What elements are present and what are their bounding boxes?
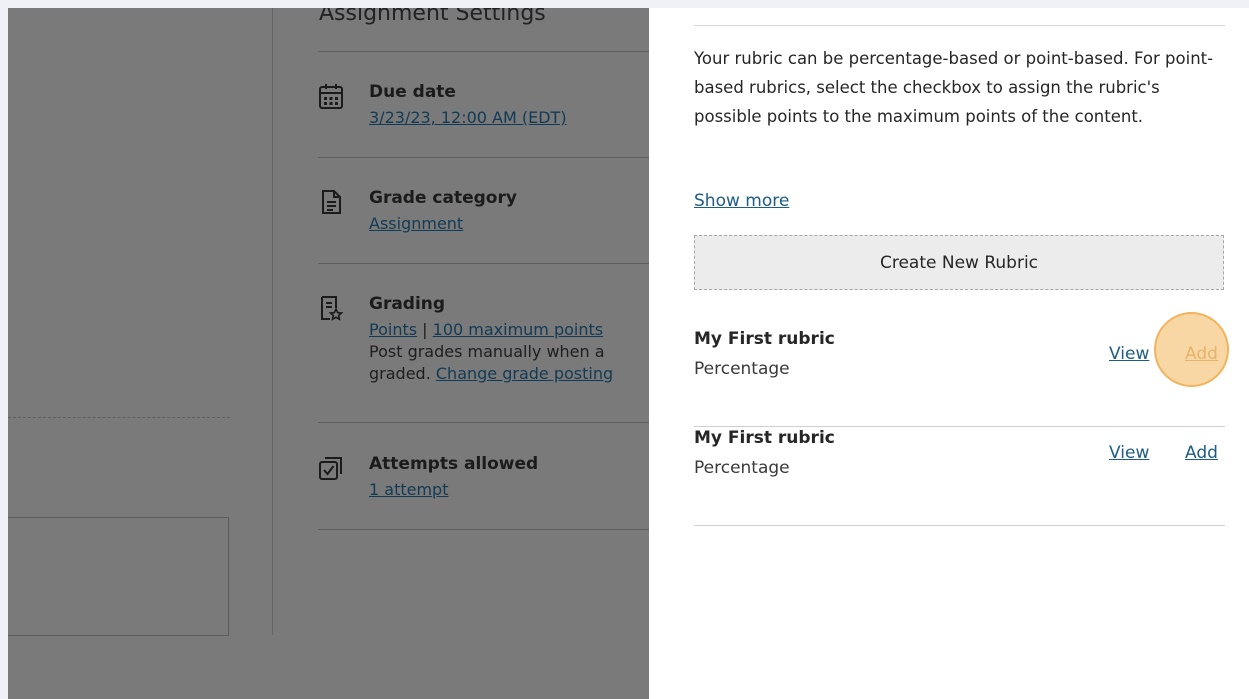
change-grade-posting-link[interactable]: Change grade posting (436, 364, 613, 383)
attempts-label: Attempts allowed (369, 454, 539, 474)
rubric-item: My First rubric Percentage View Add (694, 329, 1225, 427)
add-rubric-link[interactable]: Add (1185, 344, 1218, 364)
dashed-divider (8, 417, 230, 418)
grade-category-link[interactable]: Assignment (369, 214, 463, 233)
grade-category-label: Grade category (369, 188, 517, 208)
rubric-description: Your rubric can be percentage-based or p… (694, 49, 1214, 126)
rubric-divider (694, 426, 1225, 427)
calendar-icon (318, 82, 344, 110)
separator: | (422, 320, 428, 339)
due-date-link[interactable]: 3/23/23, 12:00 AM (EDT) (369, 108, 567, 127)
view-rubric-link[interactable]: View (1109, 344, 1149, 364)
column-divider (272, 8, 273, 635)
grading-points-line: Points | 100 maximum points (369, 320, 603, 339)
create-new-rubric-button[interactable]: Create New Rubric (694, 235, 1224, 290)
document-icon (318, 188, 344, 216)
checkbox-stack-icon (318, 454, 344, 482)
content-box (8, 517, 229, 636)
rubric-item: My First rubric Percentage View Add (694, 428, 1225, 526)
settings-divider (318, 422, 649, 423)
rubric-name: My First rubric (694, 428, 835, 448)
panel-divider (694, 25, 1225, 26)
graded-text: graded. (369, 364, 431, 383)
show-more-link[interactable]: Show more (694, 191, 789, 211)
grade-posting-line: graded. Change grade posting (369, 364, 613, 383)
add-rubric-link[interactable]: Add (1185, 443, 1218, 463)
rubric-name: My First rubric (694, 329, 835, 349)
post-grades-text: Post grades manually when a (369, 342, 605, 361)
rubric-divider (694, 525, 1225, 526)
view-rubric-link[interactable]: View (1109, 443, 1149, 463)
points-link[interactable]: Points (369, 320, 417, 339)
dimmed-overlay[interactable]: Assignment Settings Due date 3/23/23, 12… (8, 8, 649, 699)
rubric-panel: Your rubric can be percentage-based or p… (649, 8, 1249, 699)
settings-divider (318, 263, 649, 264)
graded-document-icon (318, 294, 344, 322)
settings-title: Assignment Settings (319, 8, 546, 26)
page: Assignment Settings Due date 3/23/23, 12… (8, 8, 1249, 699)
rubric-type: Percentage (694, 458, 790, 478)
attempts-link[interactable]: 1 attempt (369, 480, 448, 499)
settings-divider (318, 529, 649, 530)
grading-label: Grading (369, 294, 446, 314)
settings-divider (318, 51, 649, 52)
max-points-link[interactable]: 100 maximum points (433, 320, 603, 339)
due-date-label: Due date (369, 82, 456, 102)
settings-divider (318, 157, 649, 158)
rubric-type: Percentage (694, 359, 790, 379)
